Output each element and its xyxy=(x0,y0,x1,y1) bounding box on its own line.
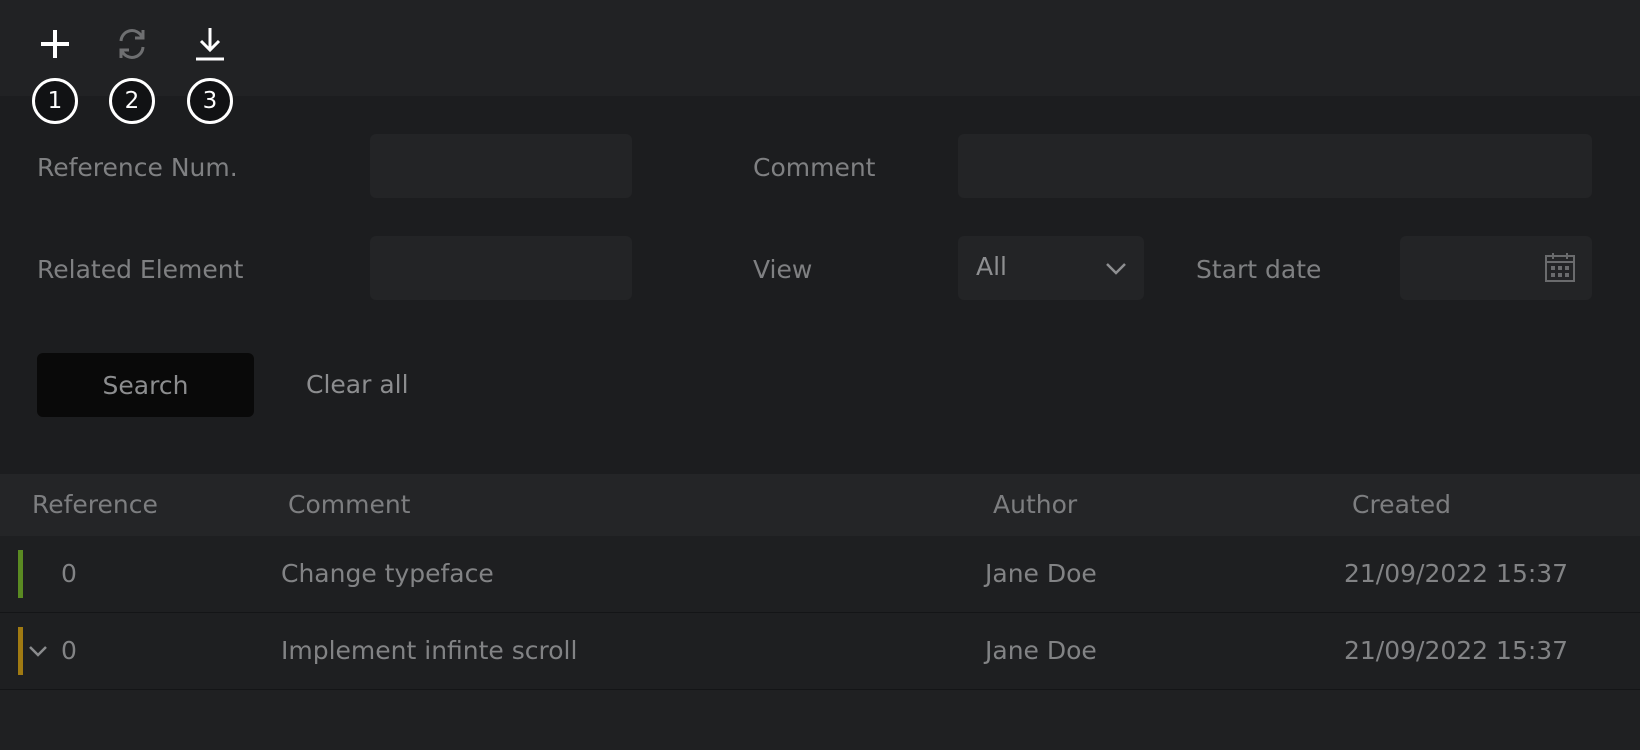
callout-badge: 1 xyxy=(32,78,78,124)
created-cell: 21/09/2022 15:37 xyxy=(1344,559,1569,588)
reference-num-input[interactable] xyxy=(370,134,632,198)
download-button[interactable] xyxy=(188,22,232,66)
column-header-author[interactable]: Author xyxy=(993,489,1077,521)
status-indicator xyxy=(18,627,23,675)
callout-badge: 3 xyxy=(187,78,233,124)
callout-badge: 2 xyxy=(109,78,155,124)
reference-num-label: Reference Num. xyxy=(37,153,238,182)
author-cell: Jane Doe xyxy=(985,636,1097,665)
refresh-icon xyxy=(114,26,150,62)
clear-all-button[interactable]: Clear all xyxy=(306,369,409,401)
comment-label: Comment xyxy=(753,153,876,182)
author-cell: Jane Doe xyxy=(985,559,1097,588)
table-row[interactable]: 0 Implement infinte scroll Jane Doe 21/0… xyxy=(0,613,1640,690)
related-element-input[interactable] xyxy=(370,236,632,300)
filter-panel: Reference Num. Comment Related Element V… xyxy=(0,96,1640,474)
start-date-input[interactable] xyxy=(1400,236,1592,300)
comment-cell: Implement infinte scroll xyxy=(281,636,578,665)
reference-cell: 0 xyxy=(61,559,77,588)
chevron-down-icon xyxy=(1104,258,1128,282)
table-empty-area xyxy=(0,690,1640,750)
table-row[interactable]: 0 Change typeface Jane Doe 21/09/2022 15… xyxy=(0,536,1640,613)
column-header-reference[interactable]: Reference xyxy=(32,489,158,521)
view-select[interactable]: All xyxy=(958,236,1144,300)
start-date-label: Start date xyxy=(1196,255,1322,284)
view-select-value: All xyxy=(976,252,1007,281)
chevron-down-icon[interactable] xyxy=(27,643,49,663)
download-icon xyxy=(193,26,227,62)
comment-input[interactable] xyxy=(958,134,1592,198)
reference-cell: 0 xyxy=(61,636,77,665)
toolbar xyxy=(0,0,1640,96)
column-header-created[interactable]: Created xyxy=(1352,489,1451,521)
related-element-label: Related Element xyxy=(37,255,244,284)
refresh-button[interactable] xyxy=(110,22,154,66)
status-indicator xyxy=(18,550,23,598)
calendar-icon[interactable] xyxy=(1544,252,1576,288)
table-header: Reference Comment Author Created xyxy=(0,474,1640,536)
search-button[interactable]: Search xyxy=(37,353,254,417)
view-label: View xyxy=(753,255,813,284)
add-button[interactable] xyxy=(33,22,77,66)
created-cell: 21/09/2022 15:37 xyxy=(1344,636,1569,665)
column-header-comment[interactable]: Comment xyxy=(288,489,411,521)
plus-icon xyxy=(38,27,72,61)
comment-cell: Change typeface xyxy=(281,559,494,588)
